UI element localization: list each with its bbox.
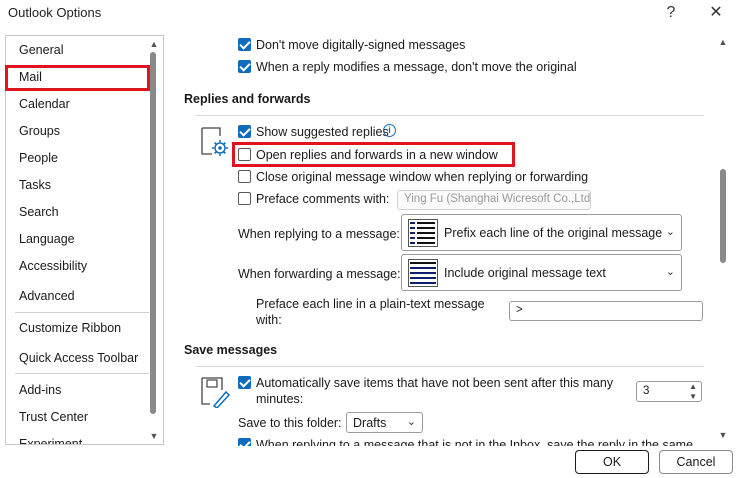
help-button[interactable]: ? bbox=[659, 2, 683, 24]
main-scrollbar-thumb[interactable] bbox=[720, 169, 726, 263]
save-reply-label: When replying to a message that is not i… bbox=[256, 438, 694, 446]
replies-forwards-heading: Replies and forwards bbox=[184, 92, 311, 106]
minutes-value: 3 bbox=[643, 385, 650, 397]
close-button[interactable]: ✕ bbox=[704, 2, 728, 24]
close-original-checkbox[interactable] bbox=[238, 170, 251, 183]
sidebar-item-search[interactable]: Search bbox=[19, 205, 59, 219]
preface-comments-label: Preface comments with: bbox=[256, 192, 390, 206]
replies-settings-icon bbox=[200, 126, 230, 158]
dont-move-signed-label: Don't move digitally-signed messages bbox=[256, 38, 466, 52]
save-pencil-icon bbox=[200, 376, 231, 409]
save-folder-label: Save to this folder: bbox=[238, 416, 342, 430]
prefix-lines-icon bbox=[408, 219, 438, 247]
sidebar-item-advanced[interactable]: Advanced bbox=[19, 289, 75, 303]
sidebar-item-general[interactable]: General bbox=[19, 43, 63, 57]
ok-button[interactable]: OK bbox=[575, 450, 649, 474]
open-new-window-highlight-box bbox=[232, 142, 515, 167]
section-rule bbox=[196, 366, 704, 367]
spin-down-icon[interactable]: ▼ bbox=[689, 392, 697, 401]
when-replying-label: When replying to a message: bbox=[238, 227, 400, 241]
sidebar-item-groups[interactable]: Groups bbox=[19, 124, 60, 138]
when-forwarding-dropdown[interactable]: Include original message text ⌄ bbox=[401, 254, 682, 291]
sidebar-item-calendar[interactable]: Calendar bbox=[19, 97, 70, 111]
auto-save-label-minutes: minutes: bbox=[256, 392, 304, 406]
save-folder-dropdown[interactable]: Drafts ⌄ bbox=[346, 412, 423, 433]
sidebar-scrollbar-thumb[interactable] bbox=[150, 52, 156, 414]
when-replying-dropdown[interactable]: Prefix each line of the original message… bbox=[401, 214, 682, 251]
window-title: Outlook Options bbox=[8, 5, 102, 20]
include-original-icon bbox=[408, 259, 438, 287]
when-forwarding-label: When forwarding a message: bbox=[238, 267, 401, 281]
main-scroll-down-icon[interactable]: ▼ bbox=[718, 430, 728, 440]
show-suggested-replies-label: Show suggested replies bbox=[256, 125, 389, 139]
sidebar-item-people[interactable]: People bbox=[19, 151, 58, 165]
sidebar-item-language[interactable]: Language bbox=[19, 232, 75, 246]
dont-move-original-label: When a reply modifies a message, don't m… bbox=[256, 60, 577, 74]
auto-save-label: Automatically save items that have not b… bbox=[256, 376, 614, 390]
preface-comments-checkbox[interactable] bbox=[238, 192, 251, 205]
preface-line-input[interactable]: > bbox=[509, 301, 703, 321]
clipped-option-row: When replying to a message that is not i… bbox=[180, 436, 710, 446]
section-rule bbox=[196, 115, 704, 116]
save-messages-heading: Save messages bbox=[184, 343, 278, 357]
info-icon[interactable]: i bbox=[383, 124, 396, 137]
dont-move-signed-checkbox[interactable] bbox=[238, 38, 251, 51]
mail-highlight-box bbox=[5, 65, 150, 91]
sidebar-nav: General Mail Calendar Groups People Task… bbox=[5, 35, 164, 445]
chevron-down-icon: ⌄ bbox=[665, 225, 675, 238]
cancel-button[interactable]: Cancel bbox=[659, 450, 733, 474]
preface-line-label: Preface each line in a plain-text messag… bbox=[256, 297, 485, 311]
sidebar-item-accessibility[interactable]: Accessibility bbox=[19, 259, 87, 273]
main-scroll-up-icon[interactable]: ▲ bbox=[718, 37, 728, 47]
preface-comments-input[interactable]: Ying Fu (Shanghai Wicresoft Co.,Ltd bbox=[397, 190, 591, 210]
auto-save-checkbox[interactable] bbox=[238, 376, 251, 389]
when-forwarding-value: Include original message text bbox=[444, 266, 606, 280]
when-replying-value: Prefix each line of the original message bbox=[444, 226, 663, 240]
save-reply-checkbox[interactable] bbox=[238, 438, 251, 446]
close-original-label: Close original message window when reply… bbox=[256, 170, 589, 184]
spin-up-icon[interactable]: ▲ bbox=[689, 382, 697, 391]
sidebar-item-trust-center[interactable]: Trust Center bbox=[19, 410, 88, 424]
chevron-down-icon: ⌄ bbox=[406, 415, 416, 428]
sidebar-item-customize-ribbon[interactable]: Customize Ribbon bbox=[19, 321, 121, 335]
save-folder-value: Drafts bbox=[353, 416, 387, 430]
sidebar-item-quick-access-toolbar[interactable]: Quick Access Toolbar bbox=[19, 351, 138, 365]
show-suggested-replies-checkbox[interactable] bbox=[238, 125, 251, 138]
preface-line-label-with: with: bbox=[256, 313, 282, 327]
minutes-spinbox[interactable]: 3 ▲ ▼ bbox=[636, 381, 702, 402]
dont-move-original-checkbox[interactable] bbox=[238, 60, 251, 73]
scroll-down-arrow-icon[interactable]: ▼ bbox=[149, 431, 159, 441]
sidebar-divider bbox=[15, 373, 149, 374]
scroll-up-arrow-icon[interactable]: ▲ bbox=[149, 39, 159, 49]
sidebar-item-add-ins[interactable]: Add-ins bbox=[19, 383, 61, 397]
sidebar-item-experiment[interactable]: Experiment bbox=[19, 437, 82, 444]
sidebar-item-tasks[interactable]: Tasks bbox=[19, 178, 51, 192]
chevron-down-icon: ⌄ bbox=[665, 265, 675, 278]
sidebar-divider bbox=[15, 312, 149, 313]
